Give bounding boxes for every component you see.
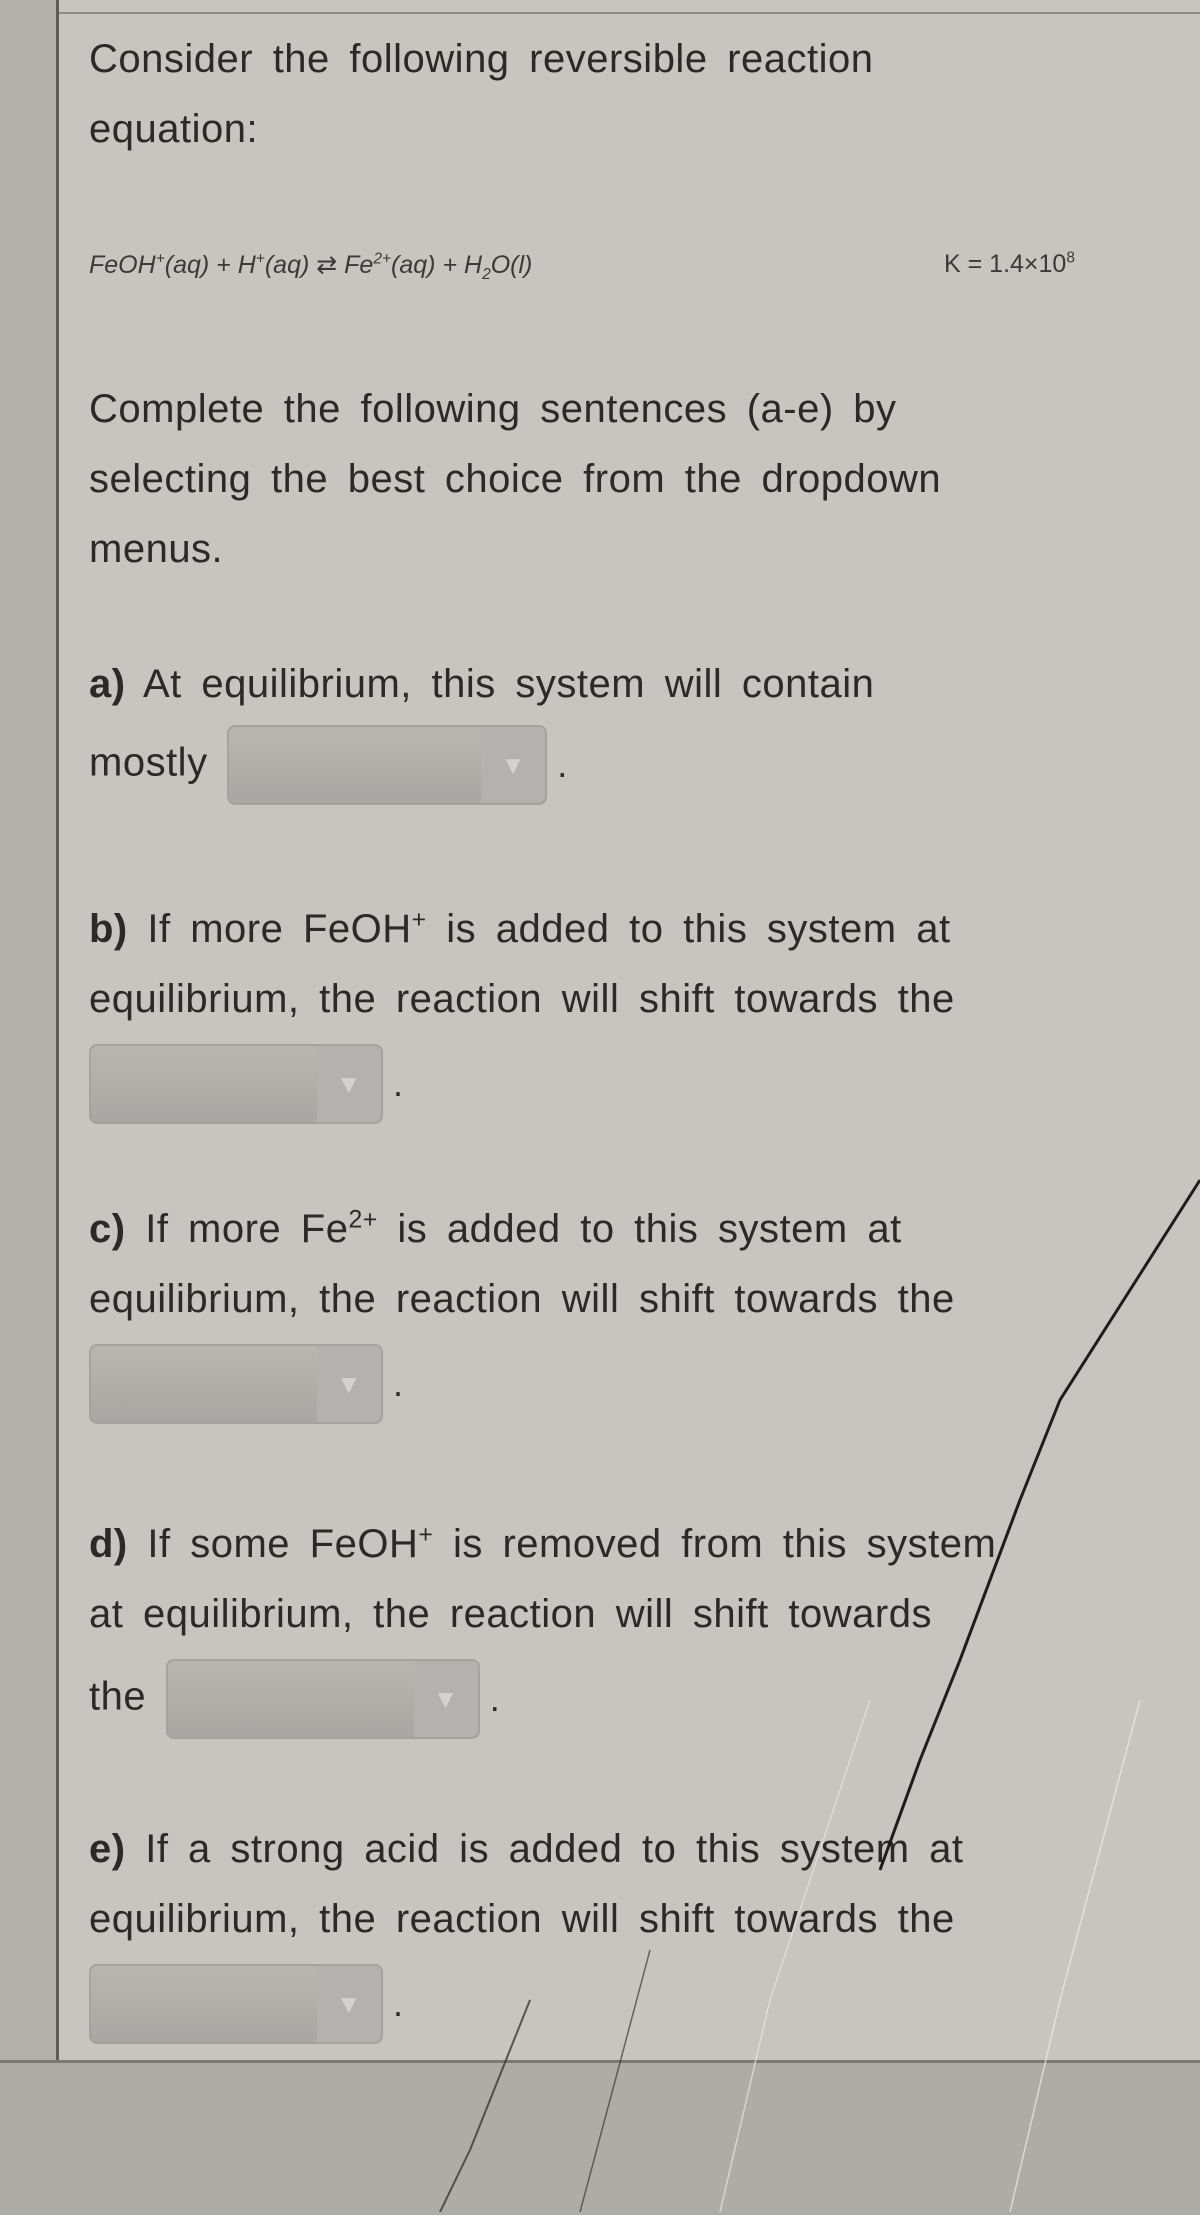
question-b-line-1-pre: If more FeOH [147,907,412,951]
question-d-label: d) [89,1522,128,1566]
question-b: b) If more FeOH+ is added to this system… [89,894,1169,1124]
question-d-charge: + [418,1521,434,1549]
question-d-dropdown[interactable]: ▼ [165,1659,480,1739]
k-value: K = 1.4×10 [944,250,1067,278]
k-exponent: 8 [1066,249,1075,267]
reactant-h-charge: + [255,250,265,268]
question-a-dropdown[interactable]: ▼ [227,725,548,805]
question-e-line-2: equilibrium, the reaction will shift tow… [89,1897,955,1941]
reactant-h: H [237,251,256,279]
question-c-line-1-pre: If more Fe [145,1207,349,1251]
equation-formula: FeOH+(aq) + H+(aq) ⇄ Fe2+(aq) + H2O(l) [89,250,533,283]
product-water-h: H [464,251,483,279]
intro-line-2: equation: [89,107,259,151]
question-d-prefix: the [89,1674,147,1719]
instructions-line-3: menus. [89,527,224,571]
question-c-dropdown[interactable]: ▼ [89,1344,383,1424]
intro-text: Consider the following reversible reacti… [89,24,1169,164]
question-b-charge: + [411,906,427,934]
question-a-line-1: At equilibrium, this system will contain [142,662,875,706]
question-a: a) At equilibrium, this system will cont… [89,649,1169,805]
question-e-period: . [393,1983,404,2024]
instructions-line-1: Complete the following sentences (a-e) b… [89,387,897,431]
question-c-line-1-post: is added to this system at [377,1207,902,1251]
question-a-label: a) [89,662,126,706]
question-d-period: . [489,1678,501,1719]
window-top-border [0,0,1200,14]
question-c-period: . [393,1363,404,1404]
chevron-down-icon[interactable]: ▼ [317,1346,381,1422]
question-b-line-1-post: is added to this system at [426,907,951,951]
question-d-line-2: at equilibrium, the reaction will shift … [89,1592,932,1636]
reaction-equation: FeOH+(aq) + H+(aq) ⇄ Fe2+(aq) + H2O(l) K… [89,236,1169,296]
instructions-line-2: selecting the best choice from the dropd… [89,457,942,501]
window-bottom-frame [0,2060,1200,2215]
intro-line-1: Consider the following reversible reacti… [89,37,874,81]
chevron-down-icon[interactable]: ▼ [317,1046,381,1122]
question-b-label: b) [89,907,128,951]
question-b-dropdown[interactable]: ▼ [89,1044,383,1124]
instructions-text: Complete the following sentences (a-e) b… [89,374,1169,584]
product-water-subscript: 2 [482,266,491,283]
product-fe-state: (aq) [391,251,436,279]
question-c-line-2: equilibrium, the reaction will shift tow… [89,1277,955,1321]
question-c: c) If more Fe2+ is added to this system … [89,1194,1169,1424]
question-d-line-1-pre: If some FeOH [147,1522,419,1566]
question-c-charge: 2+ [348,1206,378,1234]
plus-sign: + [435,251,464,279]
plus-sign: + [209,251,238,279]
product-water-o: O(l) [490,251,533,279]
equilibrium-constant: K = 1.4×108 [944,250,1075,279]
reactant-feoh: FeOH [89,251,156,279]
product-fe: Fe [344,251,374,279]
window-left-frame [0,0,59,2060]
equilibrium-arrow-icon: ⇄ [309,251,345,279]
question-a-prefix: mostly [89,740,208,785]
question-d: d) If some FeOH+ is removed from this sy… [89,1509,1169,1739]
question-panel: Consider the following reversible reacti… [59,14,1200,2060]
reactant-feoh-charge: + [155,250,165,268]
chevron-down-icon[interactable]: ▼ [317,1966,381,2042]
question-e-line-1: If a strong acid is added to this system… [145,1827,964,1871]
question-d-line-1-post: is removed from this system [433,1522,997,1566]
reactant-h-state: (aq) [264,251,310,279]
question-a-period: . [557,744,568,785]
chevron-down-icon[interactable]: ▼ [481,727,546,803]
question-b-line-2: equilibrium, the reaction will shift tow… [89,977,955,1021]
product-fe-charge: 2+ [373,250,392,268]
question-b-period: . [393,1063,404,1104]
chevron-down-icon[interactable]: ▼ [413,1661,478,1737]
question-e-dropdown[interactable]: ▼ [89,1964,383,2044]
question-e-label: e) [89,1827,126,1871]
question-c-label: c) [89,1207,126,1251]
question-e: e) If a strong acid is added to this sys… [89,1814,1169,2044]
reactant-feoh-state: (aq) [164,251,210,279]
